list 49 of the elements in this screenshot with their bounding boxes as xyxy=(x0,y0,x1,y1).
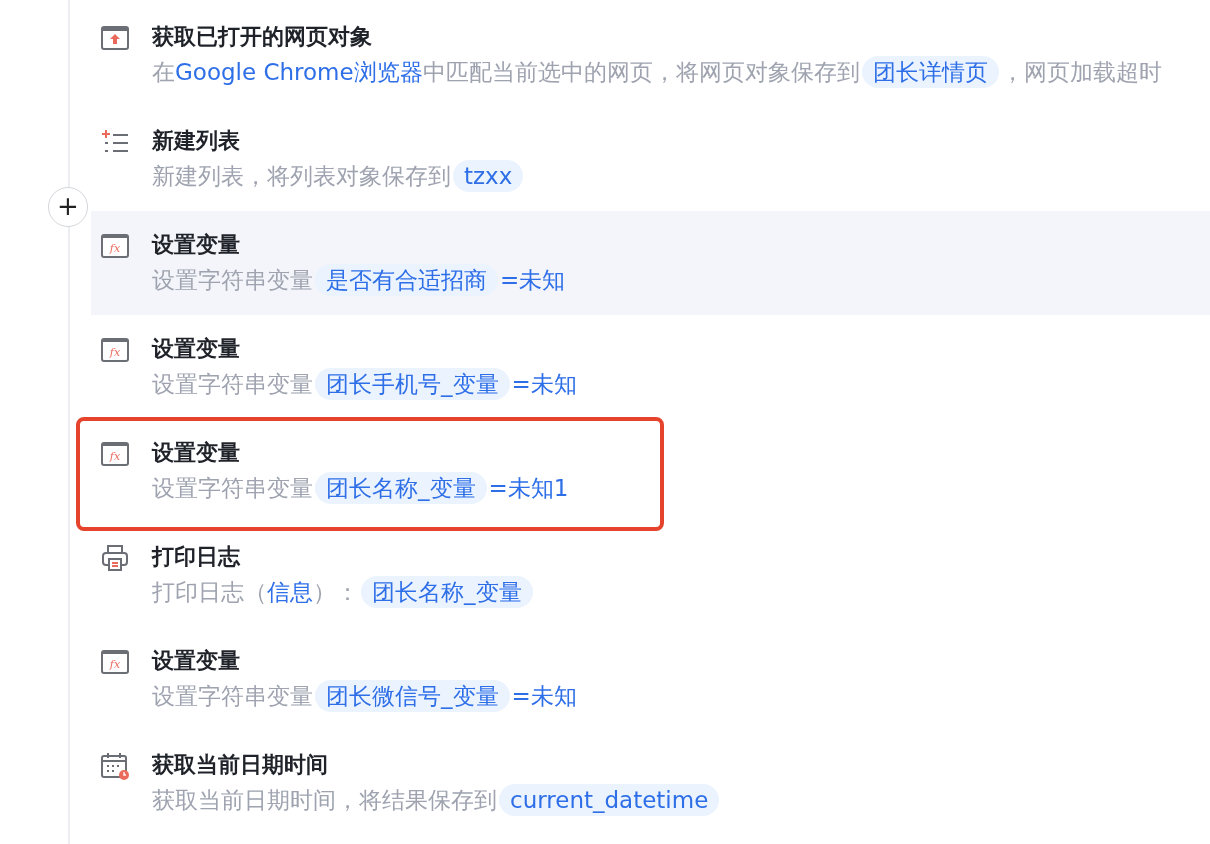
variable-tag[interactable]: 团长手机号_变量 xyxy=(315,368,510,400)
description-text: 设置字符串变量 xyxy=(152,266,313,295)
step-title: 设置变量 xyxy=(152,439,240,467)
description-text: 设置字符串变量 xyxy=(152,682,313,711)
step-row[interactable]: fx 设置变量 设置字符串变量 是否有合适招商 =未知 xyxy=(91,211,1210,315)
function-icon: fx xyxy=(100,231,130,261)
step-title: 设置变量 xyxy=(152,335,240,363)
variable-tag[interactable]: current_datetime xyxy=(499,784,720,816)
variable-tag[interactable]: 是否有合适招商 xyxy=(315,264,498,296)
variable-tag[interactable]: 团长微信号_变量 xyxy=(315,680,510,712)
add-step-button[interactable]: + xyxy=(48,187,88,227)
printer-icon xyxy=(100,543,130,573)
function-icon: fx xyxy=(100,439,130,469)
step-row[interactable]: fx 设置变量 设置字符串变量 团长名称_变量 =未知1 xyxy=(91,419,1210,523)
step-row[interactable]: fx 设置变量 设置字符串变量 团长微信号_变量 =未知 xyxy=(91,627,1210,731)
function-icon: fx xyxy=(100,647,130,677)
description-text: 新建列表，将列表对象保存到 xyxy=(152,162,451,191)
step-title: 设置变量 xyxy=(152,231,240,259)
description-text: 在 xyxy=(152,58,175,87)
step-title: 新建列表 xyxy=(152,127,240,155)
parameter-link[interactable]: =未知 xyxy=(500,264,566,296)
description-text: 打印日志（ xyxy=(152,578,267,607)
variable-tag[interactable]: 团长名称_变量 xyxy=(361,576,533,608)
step-title: 获取当前日期时间 xyxy=(152,751,328,779)
variable-tag[interactable]: 团长名称_变量 xyxy=(315,472,487,504)
step-title: 打印日志 xyxy=(152,543,240,571)
step-title: 设置变量 xyxy=(152,647,240,675)
parameter-link[interactable]: =未知1 xyxy=(488,472,569,504)
step-row[interactable]: 新建列表 新建列表，将列表对象保存到 tzxx xyxy=(91,107,1210,211)
parameter-link[interactable]: 信息 xyxy=(267,576,313,608)
step-row[interactable]: 打印日志 打印日志（信息）： 团长名称_变量 xyxy=(91,523,1210,627)
step-row[interactable]: 获取当前日期时间 获取当前日期时间，将结果保存到 current_datetime xyxy=(91,731,1210,835)
description-text: 获取当前日期时间，将结果保存到 xyxy=(152,786,497,815)
parameter-link[interactable]: =未知 xyxy=(511,368,577,400)
description-text: 中匹配当前选中的网页，将网页对象保存到 xyxy=(422,58,860,87)
description-text: ）： xyxy=(313,578,359,607)
step-row[interactable]: 获取已打开的网页对象 在Google Chrome浏览器中匹配当前选中的网页，将网页对象保存到 团长详情页 ，网页加载超时 xyxy=(91,3,1210,107)
variable-tag[interactable]: 团长详情页 xyxy=(861,56,999,88)
step-title: 获取已打开的网页对象 xyxy=(152,23,372,51)
step-row[interactable]: fx 设置变量 设置字符串变量 团长手机号_变量 =未知 xyxy=(91,315,1210,419)
parameter-link[interactable]: =未知 xyxy=(511,680,577,712)
description-text: 设置字符串变量 xyxy=(152,370,313,399)
description-text: ，网页加载超时 xyxy=(1000,58,1162,87)
description-text: 设置字符串变量 xyxy=(152,474,313,503)
variable-tag[interactable]: tzxx xyxy=(453,160,524,192)
parameter-link[interactable]: Google Chrome浏览器 xyxy=(175,56,423,88)
function-icon: fx xyxy=(100,335,130,365)
browser-icon xyxy=(100,23,130,53)
calendar-clock-icon xyxy=(100,751,130,781)
